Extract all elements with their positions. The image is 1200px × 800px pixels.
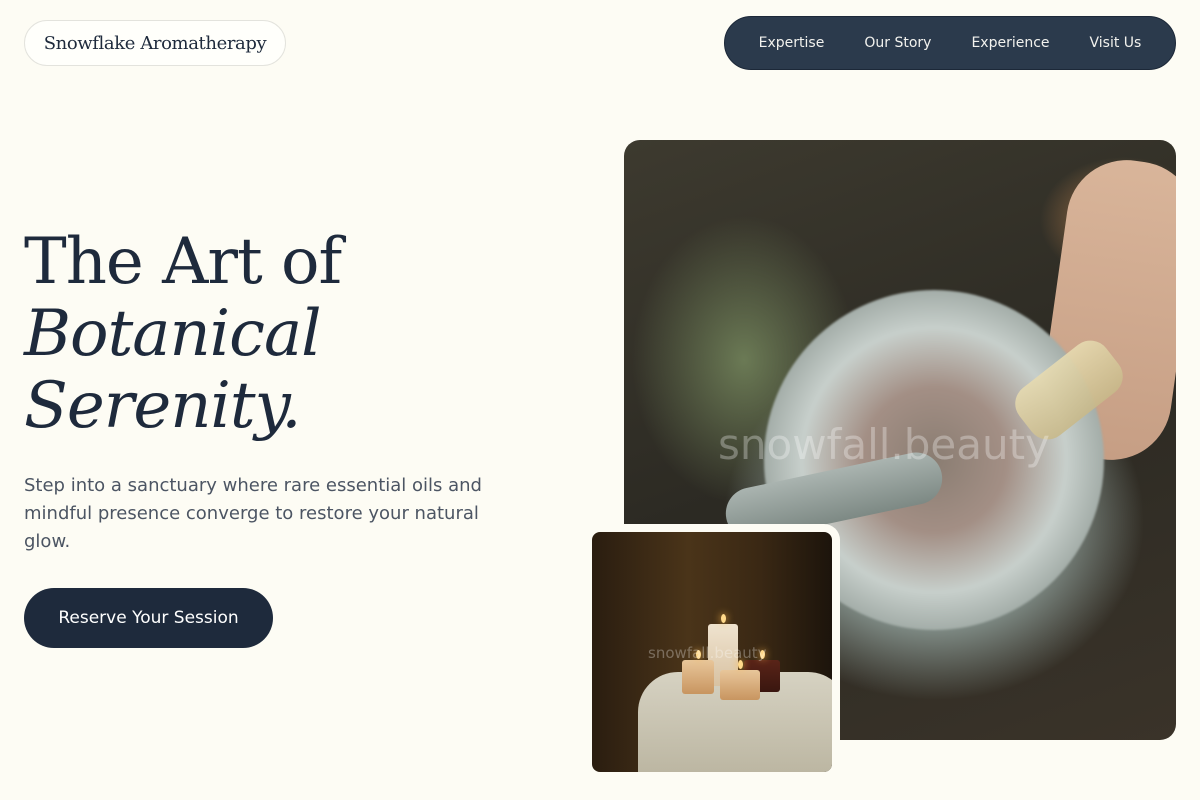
candle-shape bbox=[720, 670, 760, 700]
nav-item-experience[interactable]: Experience bbox=[971, 35, 1049, 51]
hero-description: Step into a sanctuary where rare essenti… bbox=[24, 475, 482, 552]
headline-line-2: Botanical bbox=[24, 297, 322, 371]
inset-image-watermark: snowfall.beauty bbox=[648, 644, 767, 662]
flame-icon bbox=[721, 614, 726, 623]
headline-line-3: Serenity. bbox=[24, 369, 302, 443]
candle-shape bbox=[682, 660, 714, 694]
reserve-session-button[interactable]: Reserve Your Session bbox=[24, 588, 273, 648]
hero-headline: The Art of Botanical Serenity. bbox=[24, 225, 342, 443]
brand-logo[interactable]: Snowflake Aromatherapy bbox=[24, 20, 286, 66]
nav-item-expertise[interactable]: Expertise bbox=[759, 35, 825, 51]
headline-line-1: The Art of bbox=[24, 225, 342, 299]
candles-image: snowfall.beauty bbox=[592, 532, 832, 772]
nav-item-visit-us[interactable]: Visit Us bbox=[1090, 35, 1142, 51]
nav-item-our-story[interactable]: Our Story bbox=[864, 35, 931, 51]
main-image-watermark: snowfall.beauty bbox=[718, 420, 1050, 469]
main-nav: Expertise Our Story Experience Visit Us bbox=[724, 16, 1176, 70]
